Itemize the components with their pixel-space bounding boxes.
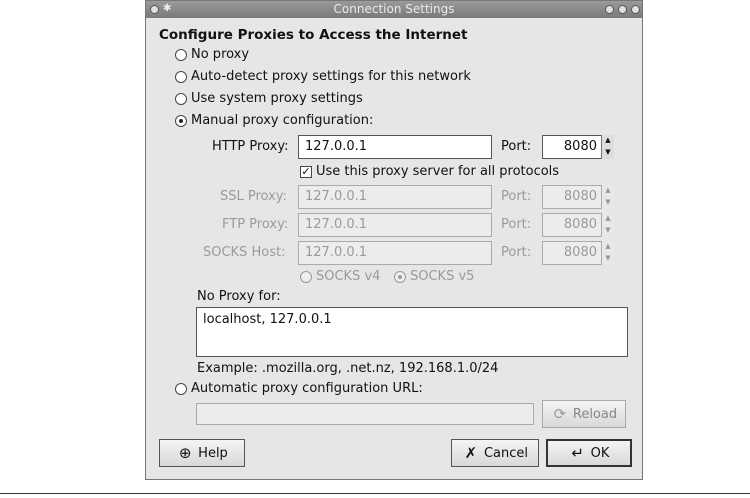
ok-button[interactable]: ↵ OK (546, 439, 632, 467)
no-proxy-for-label: No Proxy for: (197, 289, 281, 304)
use-for-all-checkbox[interactable]: ✓ (300, 166, 312, 178)
http-proxy-label: HTTP Proxy: (212, 139, 289, 154)
reload-icon: ⟳ (553, 405, 567, 423)
auto-url-label[interactable]: Automatic proxy configuration URL: (191, 381, 423, 396)
socks-v5-radio[interactable] (394, 271, 406, 283)
socks-host-input[interactable]: 127.0.0.1 (298, 241, 492, 265)
cancel-button-label: Cancel (483, 445, 529, 461)
http-proxy-input[interactable]: 127.0.0.1 (298, 135, 492, 159)
spin-down-icon[interactable]: ▼ (602, 225, 614, 236)
reload-button-label: Reload (572, 406, 618, 422)
no-proxy-label[interactable]: No proxy (191, 47, 249, 62)
spin-up-icon[interactable]: ▲ (602, 135, 614, 146)
ssl-port-arrows[interactable]: ▲ ▼ (601, 185, 614, 209)
socks-port-label: Port: (501, 245, 532, 260)
ftp-port-arrows[interactable]: ▲ ▼ (601, 213, 614, 237)
socks-host-label: SOCKS Host: (203, 245, 286, 260)
auto-detect-label[interactable]: Auto-detect proxy settings for this netw… (191, 69, 471, 84)
no-proxy-for-textarea[interactable]: localhost, 127.0.0.1 (196, 307, 628, 357)
page-divider (0, 493, 750, 494)
section-heading: Configure Proxies to Access the Internet (159, 27, 468, 43)
socks-v4-radio[interactable] (300, 271, 312, 283)
spin-down-icon[interactable]: ▼ (602, 147, 614, 158)
ssl-proxy-label: SSL Proxy: (220, 189, 287, 204)
spin-up-icon[interactable]: ▲ (602, 213, 614, 224)
spin-down-icon[interactable]: ▼ (602, 197, 614, 208)
ftp-port-spinner[interactable]: 8080 ▲ ▼ (542, 213, 614, 237)
ftp-port-label: Port: (501, 217, 532, 232)
manual-proxy-label[interactable]: Manual proxy configuration: (191, 113, 373, 128)
socks-port-arrows[interactable]: ▲ ▼ (601, 241, 614, 265)
socks-v4-label[interactable]: SOCKS v4 (316, 269, 380, 284)
enter-arrow-icon: ↵ (571, 444, 584, 462)
manual-proxy-radio[interactable] (175, 115, 187, 127)
connection-settings-dialog: ✱ Connection Settings Configure Proxies … (145, 0, 643, 480)
ok-button-label: OK (590, 445, 610, 461)
cancel-button[interactable]: ✗ Cancel (451, 439, 539, 467)
reload-button[interactable]: ⟳ Reload (542, 400, 626, 428)
title-bar[interactable]: ✱ Connection Settings (146, 1, 642, 18)
http-port-label: Port: (501, 139, 532, 154)
auto-url-input[interactable] (196, 403, 534, 425)
http-port-arrows[interactable]: ▲ ▼ (601, 135, 614, 159)
ftp-proxy-label: FTP Proxy: (222, 217, 289, 232)
help-button-label: Help (198, 445, 228, 461)
http-port-spinner[interactable]: 8080 ▲ ▼ (542, 135, 614, 159)
lifebuoy-icon: ⊕ (178, 444, 192, 462)
auto-detect-radio[interactable] (175, 71, 187, 83)
system-proxy-label[interactable]: Use system proxy settings (191, 91, 363, 106)
ssl-port-label: Port: (501, 189, 532, 204)
socks-port-spinner[interactable]: 8080 ▲ ▼ (542, 241, 614, 265)
x-icon: ✗ (464, 444, 478, 462)
help-button[interactable]: ⊕ Help (159, 439, 245, 467)
minimize-icon[interactable] (605, 5, 614, 14)
spin-down-icon[interactable]: ▼ (602, 253, 614, 264)
ftp-proxy-input[interactable]: 127.0.0.1 (298, 213, 492, 237)
spin-up-icon[interactable]: ▲ (602, 185, 614, 196)
no-proxy-radio[interactable] (175, 49, 187, 61)
use-for-all-label[interactable]: Use this proxy server for all protocols (316, 164, 559, 179)
auto-url-radio[interactable] (175, 383, 187, 395)
system-proxy-radio[interactable] (175, 93, 187, 105)
ssl-port-spinner[interactable]: 8080 ▲ ▼ (542, 185, 614, 209)
ssl-proxy-input[interactable]: 127.0.0.1 (298, 185, 492, 209)
close-icon[interactable] (631, 5, 640, 14)
maximize-icon[interactable] (618, 5, 627, 14)
no-proxy-example: Example: .mozilla.org, .net.nz, 192.168.… (197, 361, 499, 376)
spin-up-icon[interactable]: ▲ (602, 241, 614, 252)
window-title: Connection Settings (333, 2, 455, 16)
socks-v5-label[interactable]: SOCKS v5 (410, 269, 474, 284)
